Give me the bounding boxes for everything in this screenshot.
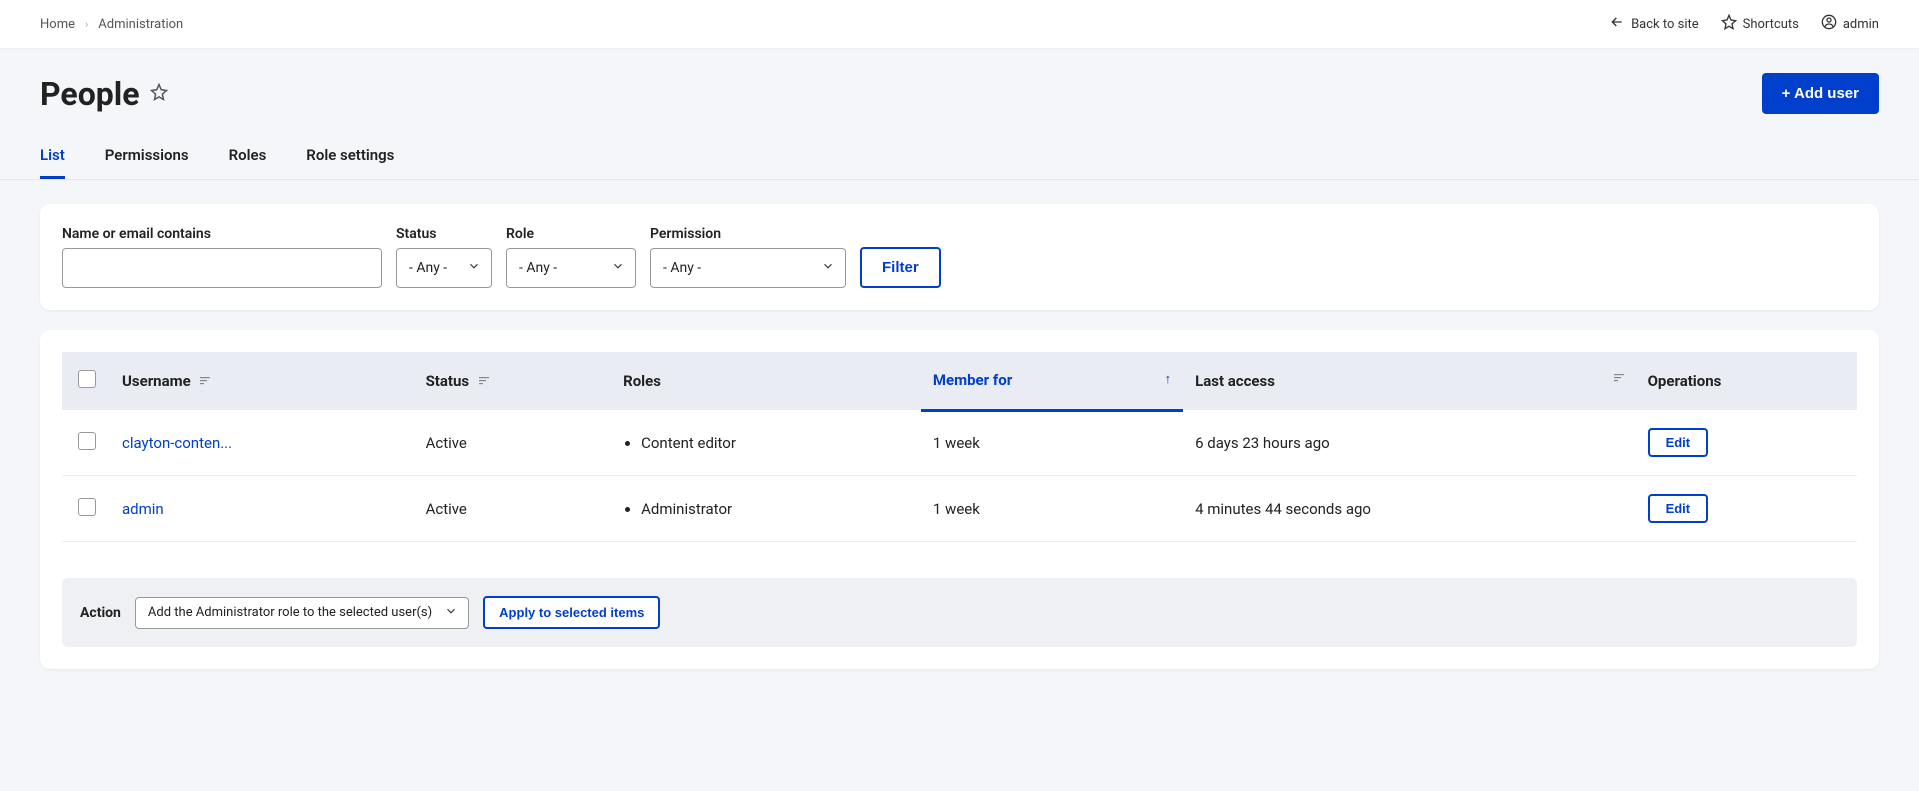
select-all-checkbox[interactable]: [78, 370, 96, 388]
role-item: Administrator: [641, 500, 909, 518]
column-member-for[interactable]: Member for ↑: [921, 352, 1183, 410]
user-icon: [1821, 14, 1837, 34]
user-label: admin: [1843, 17, 1879, 32]
column-last-access-label: Last access: [1195, 372, 1275, 390]
last-access-value: 4 minutes 44 seconds ago: [1195, 500, 1371, 518]
column-member-for-label: Member for: [933, 371, 1012, 389]
table-row: clayton-conten... Active Content editor …: [62, 410, 1857, 476]
role-item: Content editor: [641, 434, 909, 452]
shortcuts-label: Shortcuts: [1743, 17, 1799, 32]
user-menu[interactable]: admin: [1821, 14, 1879, 34]
role-filter-value: - Any -: [519, 260, 557, 276]
tab-permissions[interactable]: Permissions: [105, 134, 189, 179]
add-user-button[interactable]: + Add user: [1762, 73, 1879, 114]
users-table-panel: Username Status Roles Member for ↑: [40, 330, 1879, 669]
permission-filter-label: Permission: [650, 226, 846, 242]
back-to-site-label: Back to site: [1631, 17, 1699, 32]
status-filter-label: Status: [396, 226, 492, 242]
arrow-up-icon: ↑: [1165, 371, 1172, 387]
edit-button[interactable]: Edit: [1648, 428, 1709, 457]
status-value: Active: [426, 434, 467, 452]
name-filter-label: Name or email contains: [62, 226, 382, 242]
breadcrumb-administration[interactable]: Administration: [98, 17, 183, 32]
tab-list[interactable]: List: [40, 134, 65, 179]
sort-icon: [200, 375, 210, 389]
chevron-right-icon: ›: [85, 18, 88, 31]
shortcuts-link[interactable]: Shortcuts: [1721, 14, 1799, 34]
filter-panel: Name or email contains Status - Any - Ro…: [40, 204, 1879, 310]
chevron-down-icon: [467, 259, 481, 277]
username-link[interactable]: admin: [122, 500, 164, 518]
row-checkbox[interactable]: [78, 498, 96, 516]
table-row: admin Active Administrator 1 week 4 minu…: [62, 476, 1857, 542]
column-roles-label: Roles: [623, 372, 661, 390]
role-filter-select[interactable]: - Any -: [506, 248, 636, 288]
bulk-action-value: Add the Administrator role to the select…: [148, 605, 432, 620]
star-icon: [1721, 14, 1737, 34]
arrow-left-icon: [1609, 14, 1625, 34]
bulk-action-label: Action: [80, 605, 121, 621]
column-status[interactable]: Status: [414, 352, 612, 410]
chevron-down-icon: [821, 259, 835, 277]
favorite-star-button[interactable]: [150, 83, 168, 105]
bulk-action-select[interactable]: Add the Administrator role to the select…: [135, 597, 469, 629]
name-filter-input[interactable]: [62, 248, 382, 288]
column-last-access[interactable]: Last access: [1183, 352, 1635, 410]
back-to-site-link[interactable]: Back to site: [1609, 14, 1699, 34]
member-for-value: 1 week: [933, 500, 980, 518]
column-operations-label: Operations: [1648, 372, 1722, 390]
bulk-action-bar: Action Add the Administrator role to the…: [62, 578, 1857, 647]
column-username[interactable]: Username: [110, 352, 414, 410]
tab-roles[interactable]: Roles: [229, 134, 267, 179]
column-username-label: Username: [122, 372, 191, 390]
column-status-label: Status: [426, 372, 470, 390]
status-filter-select[interactable]: - Any -: [396, 248, 492, 288]
tab-role-settings[interactable]: Role settings: [306, 134, 394, 179]
status-value: Active: [426, 500, 467, 518]
page-title: People: [40, 75, 140, 113]
role-filter-label: Role: [506, 226, 636, 242]
column-operations: Operations: [1636, 352, 1857, 410]
column-roles: Roles: [611, 352, 921, 410]
sort-icon: [479, 375, 489, 389]
breadcrumb-home[interactable]: Home: [40, 17, 75, 32]
chevron-down-icon: [444, 604, 458, 622]
member-for-value: 1 week: [933, 434, 980, 452]
breadcrumb: Home › Administration: [40, 17, 183, 32]
permission-filter-value: - Any -: [663, 260, 701, 276]
filter-button[interactable]: Filter: [860, 247, 941, 288]
row-checkbox[interactable]: [78, 432, 96, 450]
edit-button[interactable]: Edit: [1648, 494, 1709, 523]
sort-icon: [1614, 372, 1624, 386]
apply-bulk-button[interactable]: Apply to selected items: [483, 596, 660, 629]
username-link[interactable]: clayton-conten...: [122, 434, 232, 452]
permission-filter-select[interactable]: - Any -: [650, 248, 846, 288]
chevron-down-icon: [611, 259, 625, 277]
status-filter-value: - Any -: [409, 260, 447, 276]
last-access-value: 6 days 23 hours ago: [1195, 434, 1330, 452]
